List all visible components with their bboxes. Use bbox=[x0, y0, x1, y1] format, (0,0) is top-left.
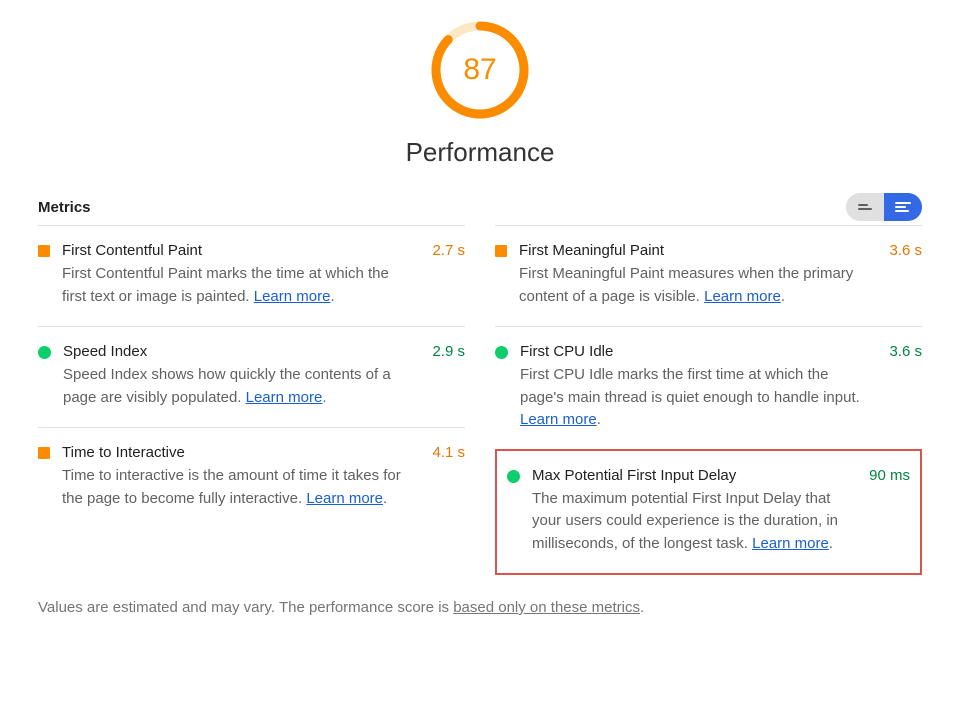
score-value: 87 bbox=[430, 20, 530, 120]
metric-value: 2.9 s bbox=[432, 343, 465, 360]
metric-body: First Meaningful Paint First Meaningful P… bbox=[519, 242, 883, 308]
metric-card: Time to Interactive Time to interactive i… bbox=[38, 427, 465, 528]
metric-name: Time to Interactive bbox=[62, 444, 416, 461]
score-gauge: 87 bbox=[430, 20, 530, 120]
metric-card: First CPU Idle First CPU Idle marks the f… bbox=[495, 326, 922, 450]
metric-value: 3.6 s bbox=[889, 242, 922, 259]
pass-marker-icon bbox=[38, 346, 51, 359]
metric-body: Time to Interactive Time to interactive i… bbox=[62, 444, 426, 510]
compact-icon bbox=[858, 202, 872, 212]
pass-marker-icon bbox=[507, 470, 520, 483]
metric-card: First Meaningful Paint First Meaningful P… bbox=[495, 225, 922, 326]
footnote: Values are estimated and may vary. The p… bbox=[38, 599, 922, 616]
view-compact-button[interactable] bbox=[846, 193, 884, 221]
metric-description-text: Speed Index shows how quickly the conten… bbox=[63, 366, 391, 406]
score-gauge-area: 87 Performance bbox=[38, 20, 922, 168]
learn-more-link[interactable]: Learn more bbox=[704, 288, 781, 305]
metric-name: First Contentful Paint bbox=[62, 242, 416, 259]
footnote-text: Values are estimated and may vary. The p… bbox=[38, 599, 453, 616]
view-expanded-button[interactable] bbox=[884, 193, 922, 221]
metric-value: 3.6 s bbox=[889, 343, 922, 360]
metric-description: First Contentful Paint marks the time at… bbox=[62, 263, 416, 308]
pass-marker-icon bbox=[495, 346, 508, 359]
metric-value: 2.7 s bbox=[432, 242, 465, 259]
metric-description-text: First CPU Idle marks the first time at w… bbox=[520, 366, 860, 406]
metric-card: First Contentful Paint First Contentful P… bbox=[38, 225, 465, 326]
metric-description: Time to interactive is the amount of tim… bbox=[62, 465, 416, 510]
metric-description: First CPU Idle marks the first time at w… bbox=[520, 364, 873, 432]
metric-description: Speed Index shows how quickly the conten… bbox=[63, 364, 416, 409]
footnote-suffix: . bbox=[640, 599, 644, 616]
metric-card: Speed Index Speed Index shows how quickly… bbox=[38, 326, 465, 427]
learn-more-link[interactable]: Learn more bbox=[254, 288, 331, 305]
warning-marker-icon bbox=[38, 245, 50, 257]
metric-name: First Meaningful Paint bbox=[519, 242, 873, 259]
metrics-column: First Meaningful Paint First Meaningful P… bbox=[495, 225, 922, 575]
metric-description-text: First Meaningful Paint measures when the… bbox=[519, 265, 853, 305]
metric-value: 90 ms bbox=[869, 467, 910, 484]
learn-more-link[interactable]: Learn more bbox=[246, 389, 323, 406]
metric-body: First Contentful Paint First Contentful P… bbox=[62, 242, 426, 308]
footnote-link[interactable]: based only on these metrics bbox=[453, 599, 640, 616]
metric-description: The maximum potential First Input Delay … bbox=[532, 488, 853, 556]
page-title: Performance bbox=[38, 137, 922, 168]
metric-name: Max Potential First Input Delay bbox=[532, 467, 853, 484]
metric-card: Max Potential First Input Delay The maxim… bbox=[495, 449, 922, 576]
warning-marker-icon bbox=[495, 245, 507, 257]
expanded-icon bbox=[895, 200, 911, 214]
metric-name: Speed Index bbox=[63, 343, 416, 360]
metric-description: First Meaningful Paint measures when the… bbox=[519, 263, 873, 308]
metric-name: First CPU Idle bbox=[520, 343, 873, 360]
metric-description-text: First Contentful Paint marks the time at… bbox=[62, 265, 389, 305]
metrics-heading: Metrics bbox=[38, 199, 91, 216]
view-toggle bbox=[846, 193, 922, 221]
metric-body: Speed Index Speed Index shows how quickly… bbox=[63, 343, 426, 409]
warning-marker-icon bbox=[38, 447, 50, 459]
learn-more-link[interactable]: Learn more bbox=[520, 411, 597, 428]
metric-body: Max Potential First Input Delay The maxim… bbox=[532, 467, 863, 556]
learn-more-link[interactable]: Learn more bbox=[752, 535, 829, 552]
metric-value: 4.1 s bbox=[432, 444, 465, 461]
metric-body: First CPU Idle First CPU Idle marks the f… bbox=[520, 343, 883, 432]
metrics-column: First Contentful Paint First Contentful P… bbox=[38, 225, 465, 575]
learn-more-link[interactable]: Learn more bbox=[306, 490, 383, 507]
